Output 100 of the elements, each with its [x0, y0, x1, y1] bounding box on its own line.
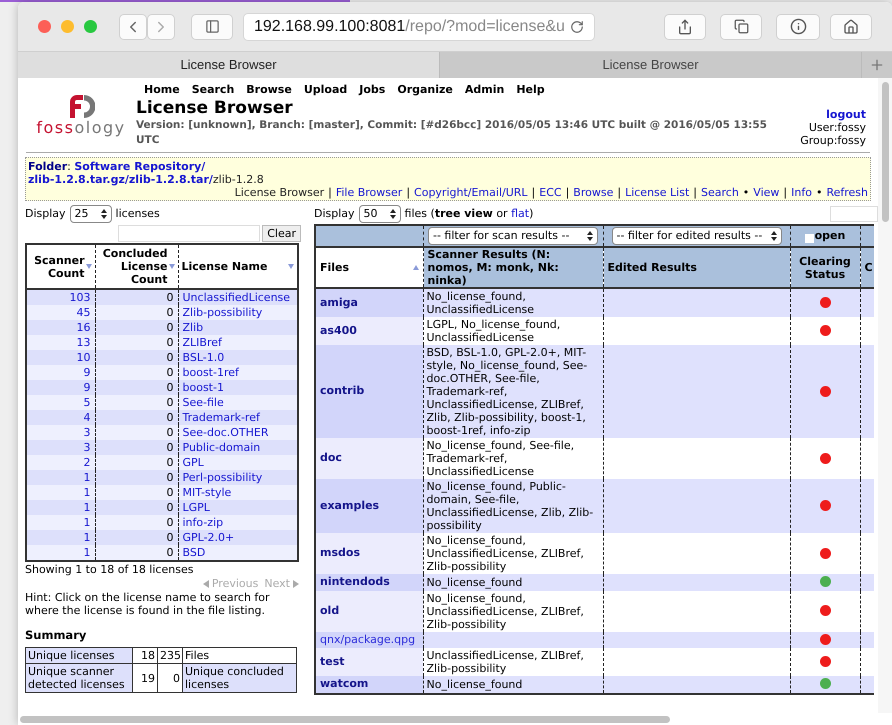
close-icon[interactable]	[38, 20, 51, 33]
back-button[interactable]	[119, 14, 147, 40]
edited-filter-select[interactable]: -- filter for edited results --	[612, 227, 782, 245]
menu-item[interactable]: Help	[516, 82, 545, 98]
count-link[interactable]: 13	[26, 335, 95, 350]
reload-icon[interactable]	[570, 20, 584, 34]
license-link[interactable]: See-file	[178, 395, 298, 410]
license-link[interactable]: GPL	[178, 455, 298, 470]
count-link[interactable]: 1	[26, 470, 95, 485]
count-link[interactable]: 1	[26, 515, 95, 530]
action-link[interactable]: Refresh	[826, 186, 868, 200]
info-button[interactable]	[776, 14, 820, 40]
license-link[interactable]: BSL-1.0	[178, 350, 298, 365]
menu-item[interactable]: Browse	[246, 82, 292, 98]
action-link[interactable]: File Browser	[336, 186, 402, 200]
license-link[interactable]: Trademark-ref	[178, 410, 298, 425]
scan-filter-select[interactable]: -- filter for scan results --	[428, 227, 598, 245]
license-link[interactable]: GPL-2.0+	[178, 530, 298, 545]
sort-icon[interactable]	[412, 265, 418, 270]
menu-item[interactable]: Jobs	[359, 82, 386, 98]
column-header[interactable]: Scanner Results (N: nomos, M: monk, Nk: ninka)	[423, 247, 603, 288]
flat-link[interactable]: flat	[511, 206, 530, 220]
clear-button[interactable]: Clear	[262, 225, 301, 242]
logout-link[interactable]: logout	[826, 108, 866, 121]
count-link[interactable]: 5	[26, 395, 95, 410]
tabs-button[interactable]	[720, 14, 762, 40]
count-link[interactable]: 10	[26, 350, 95, 365]
column-header[interactable]: License Name	[178, 244, 298, 289]
action-link[interactable]: View	[753, 186, 780, 200]
license-link[interactable]: Public-domain	[178, 440, 298, 455]
folder-link[interactable]: amiga	[315, 288, 423, 317]
license-link[interactable]: ZLIBref	[178, 335, 298, 350]
folder-link[interactable]: watcom	[315, 676, 423, 694]
folder-link[interactable]: nintendods	[315, 574, 423, 590]
license-link[interactable]: UnclassifiedLicense	[178, 289, 298, 305]
file-link[interactable]: qnx/package.qpg	[315, 632, 423, 648]
license-link[interactable]: BSD	[178, 545, 298, 561]
menu-item[interactable]: Search	[192, 82, 234, 98]
license-link[interactable]: Zlib-possibility	[178, 305, 298, 320]
column-header[interactable]: C	[860, 247, 874, 288]
sort-icon[interactable]	[86, 264, 92, 269]
menu-item[interactable]: Organize	[397, 82, 453, 98]
count-link[interactable]: 1	[26, 545, 95, 561]
sort-icon[interactable]	[168, 264, 174, 269]
licenses-per-page-select[interactable]: 25	[70, 205, 112, 223]
folder-link[interactable]: test	[315, 648, 423, 676]
action-link[interactable]: Copyright/Email/URL	[414, 186, 528, 200]
count-link[interactable]: 45	[26, 305, 95, 320]
sort-icon[interactable]	[288, 264, 294, 269]
license-link[interactable]: info-zip	[178, 515, 298, 530]
browser-tab[interactable]: License Browser	[18, 52, 440, 78]
forward-button[interactable]	[147, 14, 175, 40]
maximize-icon[interactable]	[84, 20, 97, 33]
column-header[interactable]: Edited Results	[603, 247, 790, 288]
license-link[interactable]: MIT-style	[178, 485, 298, 500]
share-button[interactable]	[664, 14, 706, 40]
column-header[interactable]: Scanner Count	[26, 244, 95, 289]
column-header[interactable]: Concluded License Count	[95, 244, 178, 289]
action-link[interactable]: Info	[791, 186, 812, 200]
license-link[interactable]: boost-1	[178, 380, 298, 395]
action-link[interactable]: Browse	[573, 186, 614, 200]
address-field[interactable]: 192.168.99.100:8081/repo/?mod=license&u	[243, 12, 595, 40]
column-header[interactable]: Clearing Status	[790, 247, 860, 288]
menu-item[interactable]: Upload	[304, 82, 348, 98]
count-link[interactable]: 103	[26, 289, 95, 305]
action-link[interactable]: Search	[701, 186, 739, 200]
new-tab-button[interactable]	[862, 52, 892, 78]
license-link[interactable]: See-doc.OTHER	[178, 425, 298, 440]
count-link[interactable]: 3	[26, 425, 95, 440]
menu-item[interactable]: Admin	[464, 82, 504, 98]
folder-link[interactable]: zlib-1.2.8.tar/	[128, 173, 213, 186]
horizontal-scrollbar-thumb[interactable]	[20, 716, 670, 722]
count-link[interactable]: 4	[26, 410, 95, 425]
scrollbar-thumb[interactable]	[882, 82, 888, 222]
count-link[interactable]: 9	[26, 365, 95, 380]
files-per-page-select[interactable]: 50	[358, 205, 401, 223]
count-link[interactable]: 1	[26, 500, 95, 515]
count-link[interactable]: 3	[26, 440, 95, 455]
folder-link[interactable]: examples	[315, 479, 423, 533]
folder-link[interactable]: doc	[315, 438, 423, 479]
sidebar-button[interactable]	[191, 14, 233, 40]
action-link[interactable]: ECC	[539, 186, 562, 200]
license-filter-field[interactable]	[118, 225, 260, 242]
folder-link[interactable]: as400	[315, 317, 423, 345]
folder-link[interactable]: zlib-1.2.8.tar.gz/	[28, 173, 129, 186]
license-link[interactable]: Perl-possibility	[178, 470, 298, 485]
folder-link[interactable]: contrib	[315, 345, 423, 438]
count-link[interactable]: 1	[26, 485, 95, 500]
action-link[interactable]: License List	[625, 186, 690, 200]
minimize-icon[interactable]	[61, 20, 74, 33]
open-checkbox[interactable]	[804, 234, 814, 242]
license-link[interactable]: Zlib	[178, 320, 298, 335]
search-field[interactable]	[830, 206, 878, 222]
browser-tab[interactable]: License Browser	[440, 52, 862, 78]
folder-link[interactable]: old	[315, 590, 423, 632]
count-link[interactable]: 2	[26, 455, 95, 470]
folder-link[interactable]: Software Repository/	[74, 160, 206, 173]
folder-link[interactable]: msdos	[315, 533, 423, 574]
license-link[interactable]: LGPL	[178, 500, 298, 515]
count-link[interactable]: 1	[26, 530, 95, 545]
